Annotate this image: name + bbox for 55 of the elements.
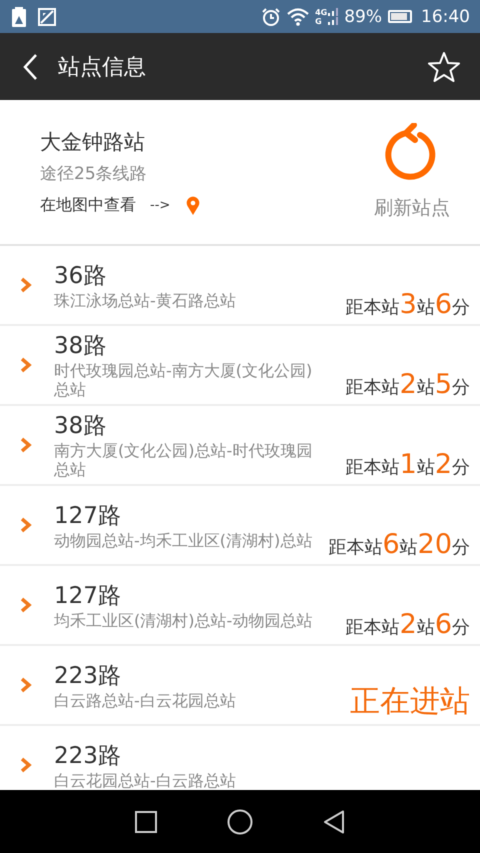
line-name: 36路 xyxy=(54,262,108,290)
signal-icon xyxy=(328,8,338,26)
chevron-icon xyxy=(20,357,32,373)
clock: 16:40 xyxy=(421,6,470,26)
route-text: 均禾工业区(清湖村)总站-动物园总站 xyxy=(54,610,314,630)
location-pin-icon xyxy=(186,196,200,216)
arrival-estimate: 距本站2站5分 xyxy=(346,369,470,400)
arrival-estimate: 距本站6站20分 xyxy=(328,529,470,560)
route-text: 珠江泳场总站-黄石路总站 xyxy=(54,290,237,310)
chevron-icon xyxy=(20,757,32,773)
route-text: 南方大厦(文化公园)总站-时代玫瑰园总站 xyxy=(54,441,314,479)
battery-icon xyxy=(388,10,412,23)
alarm-icon xyxy=(261,6,282,26)
network-type-label: 4G xyxy=(315,8,328,16)
bus-line-row[interactable]: 36路 珠江泳场总站-黄石路总站 距本站3站6分 xyxy=(0,246,480,326)
arrival-estimate: 距本站3站6分 xyxy=(346,289,470,320)
arrow-text: --> xyxy=(150,198,170,213)
line-name: 38路 xyxy=(54,412,108,441)
chevron-icon xyxy=(20,437,32,453)
chevron-icon xyxy=(20,597,32,613)
bus-line-row[interactable]: 127路 动物园总站-均禾工业区(清湖村)总站 距本站6站20分 xyxy=(0,486,480,566)
map-link[interactable]: 在地图中查看 xyxy=(40,195,136,216)
route-text: 动物园总站-均禾工业区(清湖村)总站 xyxy=(54,530,314,550)
line-name: 223路 xyxy=(54,742,122,770)
chevron-icon xyxy=(20,517,32,533)
line-name: 223路 xyxy=(54,662,122,690)
bus-line-row[interactable]: 223路 白云路总站-白云花园总站 正在进站 xyxy=(0,646,480,726)
back-triangle-icon[interactable] xyxy=(323,810,345,834)
line-name: 127路 xyxy=(54,502,122,530)
route-text: 白云花园总站-白云路总站 xyxy=(54,770,237,790)
screen-title: 站点信息 xyxy=(58,54,147,82)
bus-line-row[interactable]: 38路 南方大厦(文化公园)总站-时代玫瑰园总站 距本站1站2分 xyxy=(0,406,480,486)
back-icon[interactable] xyxy=(22,52,38,80)
arriving-status: 正在进站 xyxy=(350,683,470,721)
home-icon[interactable] xyxy=(227,808,253,834)
wifi-icon xyxy=(287,8,310,26)
battery-warning-icon xyxy=(12,6,28,26)
bus-line-row[interactable]: 127路 均禾工业区(清湖村)总站-动物园总站 距本站2站6分 xyxy=(0,566,480,646)
chevron-icon xyxy=(20,677,32,693)
network-type-label: G xyxy=(315,16,323,26)
station-name: 大金钟路站 xyxy=(40,129,146,156)
chevron-icon xyxy=(20,277,32,293)
line-name: 127路 xyxy=(54,582,122,610)
arrival-estimate: 距本站2站6分 xyxy=(346,609,470,640)
route-text: 时代玫瑰园总站-南方大厦(文化公园)总站 xyxy=(54,361,314,399)
refresh-button[interactable]: 刷新站点 xyxy=(374,123,450,221)
star-icon[interactable] xyxy=(428,50,460,82)
square-icon[interactable] xyxy=(135,810,157,832)
bus-line-row[interactable]: 38路 时代玫瑰园总站-南方大厦(文化公园)总站 距本站2站5分 xyxy=(0,326,480,406)
route-text: 白云路总站-白云花园总站 xyxy=(54,690,237,710)
line-name: 38路 xyxy=(54,332,108,361)
arrival-estimate: 距本站1站2分 xyxy=(346,449,470,480)
line-count: 途径25条线路 xyxy=(40,163,148,185)
battery-percentage: 89% xyxy=(344,6,382,26)
image-icon xyxy=(38,8,56,26)
